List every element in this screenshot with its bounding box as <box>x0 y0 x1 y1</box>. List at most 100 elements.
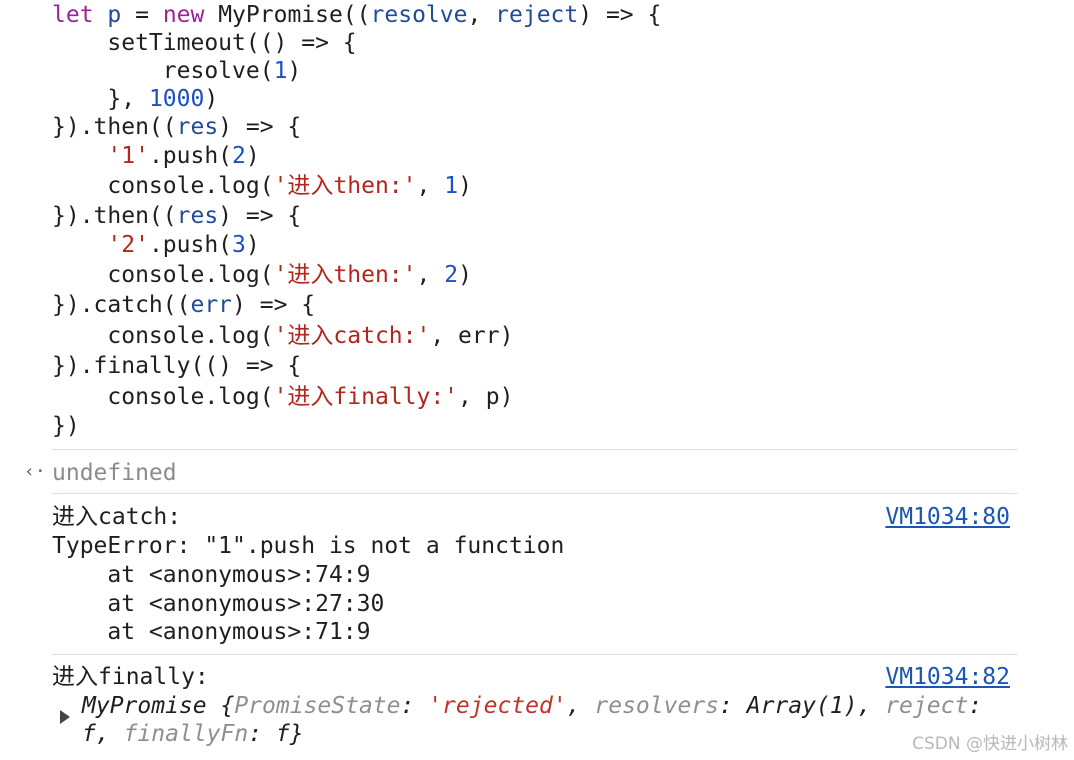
catch-log-source-link[interactable]: VM1034:80 <box>885 503 1010 531</box>
code-token: new <box>162 2 205 28</box>
code-token: res <box>176 114 219 140</box>
expand-triangle-icon[interactable] <box>60 710 70 724</box>
code-token: 3 <box>232 232 246 258</box>
code-line: '1'.push(2) <box>52 142 260 170</box>
code-token: '2' <box>107 232 149 258</box>
object-value: f <box>82 721 96 747</box>
code-token: console.log( <box>52 384 274 410</box>
code-token: res <box>176 203 219 229</box>
code-token: ) <box>458 173 472 199</box>
object-key: reject <box>885 693 969 719</box>
code-token: ) <box>287 58 302 84</box>
code-line: console.log('进入finally:', p) <box>52 383 513 411</box>
object-value: Array(1) <box>746 693 858 719</box>
object-token: : <box>248 721 276 747</box>
code-token: '1' <box>107 143 149 169</box>
code-token: MyPromise(( <box>204 2 371 28</box>
code-token: setTimeout(() => { <box>52 30 357 56</box>
code-token: 2 <box>444 262 459 288</box>
code-token: resolve <box>370 2 468 28</box>
finally-log-source-link[interactable]: VM1034:82 <box>885 663 1010 691</box>
code-line: }).then((res) => { <box>52 113 301 141</box>
object-token: : <box>719 693 747 719</box>
code-token: err <box>190 292 233 318</box>
object-token: , <box>566 693 595 719</box>
code-token: , <box>467 2 496 28</box>
code-line: resolve(1) <box>52 57 302 85</box>
object-value: 'rejected' <box>428 693 567 719</box>
return-value-icon: ‹· <box>24 461 46 482</box>
code-token: 1 <box>444 173 459 199</box>
code-line: setTimeout(() => { <box>52 29 357 57</box>
return-value: undefined <box>52 460 177 486</box>
code-line: let p = new MyPromise((resolve, reject) … <box>52 1 661 29</box>
stack-trace-line: at <anonymous>:74:9 <box>52 562 371 588</box>
code-token: ) => { <box>578 2 662 28</box>
code-token: console.log( <box>52 262 274 288</box>
code-token: , <box>416 173 445 199</box>
code-token: }) <box>52 413 80 439</box>
object-token: { <box>206 693 235 719</box>
code-token: reject <box>495 2 579 28</box>
console-separator <box>52 493 1018 494</box>
code-token: ) <box>204 86 219 112</box>
code-token: console.log( <box>52 323 274 349</box>
code-line: }, 1000) <box>52 85 218 113</box>
stack-trace-line: at <anonymous>:71:9 <box>52 619 371 645</box>
code-token: .push( <box>148 232 233 258</box>
promise-object-preview[interactable]: MyPromise {PromiseState: 'rejected', res… <box>82 692 982 720</box>
object-token: , <box>857 693 886 719</box>
code-token: ) <box>245 232 260 258</box>
code-line: '2'.push(3) <box>52 231 260 259</box>
code-token: ) => { <box>218 203 302 229</box>
code-token: }).finally(() => { <box>52 353 302 379</box>
code-token: .push( <box>148 143 233 169</box>
code-token: '进入finally:' <box>273 384 459 410</box>
code-token: 1000 <box>148 86 205 112</box>
devtools-console: let p = new MyPromise((resolve, reject) … <box>0 0 1074 760</box>
code-token: resolve( <box>52 58 274 84</box>
object-key: PromiseState <box>234 693 401 719</box>
code-token: , err) <box>430 323 514 349</box>
object-token: : <box>400 693 429 719</box>
code-token: }).then(( <box>52 114 177 140</box>
console-separator <box>52 654 1018 655</box>
catch-log-error: TypeError: "1".push is not a function <box>52 533 565 559</box>
code-line: }).catch((err) => { <box>52 291 315 319</box>
code-token: p <box>107 2 122 28</box>
code-token: 1 <box>273 58 288 84</box>
code-token: , p) <box>458 384 514 410</box>
code-token: let <box>52 2 94 28</box>
promise-object-preview-continued[interactable]: f, finallyFn: f} <box>82 720 304 748</box>
code-token: '进入then:' <box>273 173 417 199</box>
code-token: '进入catch:' <box>273 323 431 349</box>
object-token: , <box>95 721 124 747</box>
object-key: finallyFn <box>123 721 249 747</box>
code-line: console.log('进入then:', 1) <box>52 172 472 200</box>
code-line: console.log('进入then:', 2) <box>52 261 472 289</box>
code-line: console.log('进入catch:', err) <box>52 322 513 350</box>
code-token: ) <box>245 143 260 169</box>
code-token: console.log( <box>52 173 274 199</box>
code-token: ) => { <box>218 114 302 140</box>
console-separator <box>52 449 1018 450</box>
stack-trace-line: at <anonymous>:27:30 <box>52 591 385 617</box>
code-line: }).then((res) => { <box>52 202 301 230</box>
object-token: } <box>289 721 304 747</box>
code-token: }).catch(( <box>52 292 191 318</box>
object-key: resolvers <box>594 693 720 719</box>
watermark: CSDN @快进小树林 <box>912 734 1068 754</box>
code-token: }, <box>52 86 149 112</box>
code-token: , <box>416 262 445 288</box>
object-token: : <box>968 693 983 719</box>
code-line: }) <box>52 412 80 440</box>
code-token: ) <box>458 262 472 288</box>
code-token: }).then(( <box>52 203 177 229</box>
code-line: }).finally(() => { <box>52 352 301 380</box>
finally-log-label: 进入finally: <box>52 664 209 690</box>
code-token: = <box>121 2 163 28</box>
object-class-name: MyPromise <box>82 693 207 719</box>
code-token: '进入then:' <box>273 262 417 288</box>
